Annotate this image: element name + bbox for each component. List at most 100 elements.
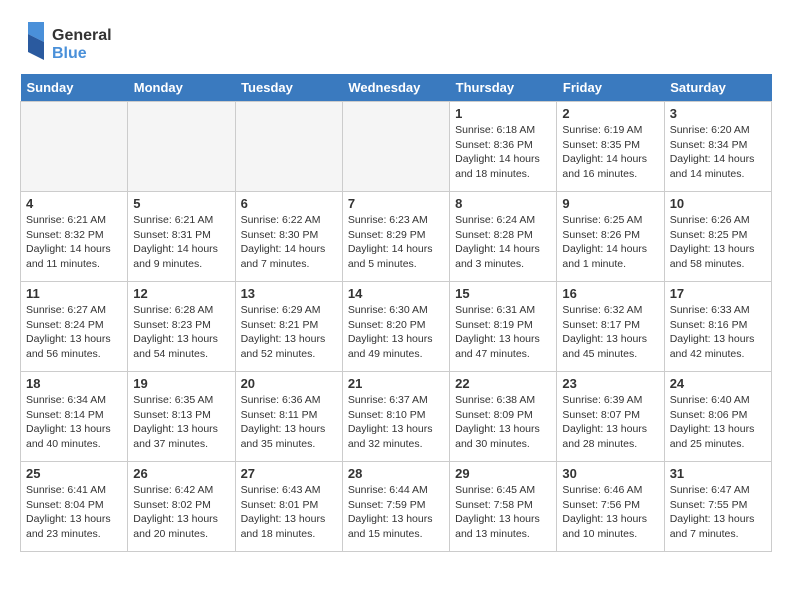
calendar-week-3: 11 Sunrise: 6:27 AM Sunset: 8:24 PM Dayli…: [21, 282, 772, 372]
day-number: 30: [562, 466, 658, 481]
day-number: 31: [670, 466, 766, 481]
calendar-cell: 9 Sunrise: 6:25 AM Sunset: 8:26 PM Daylig…: [557, 192, 664, 282]
day-info: Sunrise: 6:37 AM Sunset: 8:10 PM Dayligh…: [348, 393, 444, 452]
calendar-cell: 14 Sunrise: 6:30 AM Sunset: 8:20 PM Dayli…: [342, 282, 449, 372]
calendar-cell: 31 Sunrise: 6:47 AM Sunset: 7:55 PM Dayli…: [664, 462, 771, 552]
calendar-cell: [128, 102, 235, 192]
calendar-cell: 17 Sunrise: 6:33 AM Sunset: 8:16 PM Dayli…: [664, 282, 771, 372]
calendar-cell: 5 Sunrise: 6:21 AM Sunset: 8:31 PM Daylig…: [128, 192, 235, 282]
calendar-cell: 21 Sunrise: 6:37 AM Sunset: 8:10 PM Dayli…: [342, 372, 449, 462]
day-info: Sunrise: 6:35 AM Sunset: 8:13 PM Dayligh…: [133, 393, 229, 452]
day-number: 17: [670, 286, 766, 301]
calendar-cell: 12 Sunrise: 6:28 AM Sunset: 8:23 PM Dayli…: [128, 282, 235, 372]
calendar-cell: 1 Sunrise: 6:18 AM Sunset: 8:36 PM Daylig…: [450, 102, 557, 192]
day-number: 12: [133, 286, 229, 301]
svg-text:Blue: Blue: [52, 45, 87, 62]
calendar-cell: 16 Sunrise: 6:32 AM Sunset: 8:17 PM Dayli…: [557, 282, 664, 372]
calendar-cell: 13Sunrise: 6:29 AM Sunset: 8:21 PM Dayli…: [235, 282, 342, 372]
day-info: Sunrise: 6:25 AM Sunset: 8:26 PM Dayligh…: [562, 213, 658, 272]
day-info: Sunrise: 6:20 AM Sunset: 8:34 PM Dayligh…: [670, 123, 766, 182]
calendar-cell: 29 Sunrise: 6:45 AM Sunset: 7:58 PM Dayli…: [450, 462, 557, 552]
day-info: Sunrise: 6:44 AM Sunset: 7:59 PM Dayligh…: [348, 483, 444, 542]
day-number: 18: [26, 376, 122, 391]
day-info: Sunrise: 6:27 AM Sunset: 8:24 PM Dayligh…: [26, 303, 122, 362]
day-info: Sunrise: 6:41 AM Sunset: 8:04 PM Dayligh…: [26, 483, 122, 542]
day-number: 28: [348, 466, 444, 481]
weekday-header-tuesday: Tuesday: [235, 74, 342, 102]
day-number: 6: [241, 196, 337, 211]
day-info: Sunrise: 6:45 AM Sunset: 7:58 PM Dayligh…: [455, 483, 551, 542]
day-number: 16: [562, 286, 658, 301]
day-number: 1: [455, 106, 551, 121]
day-number: 21: [348, 376, 444, 391]
day-number: 25: [26, 466, 122, 481]
calendar-cell: 20Sunrise: 6:36 AM Sunset: 8:11 PM Dayli…: [235, 372, 342, 462]
day-number: 9: [562, 196, 658, 211]
day-info: Sunrise: 6:22 AM Sunset: 8:30 PM Dayligh…: [241, 213, 337, 272]
calendar-cell: 28 Sunrise: 6:44 AM Sunset: 7:59 PM Dayli…: [342, 462, 449, 552]
calendar-cell: 3Sunrise: 6:20 AM Sunset: 8:34 PM Daylig…: [664, 102, 771, 192]
calendar-cell: [342, 102, 449, 192]
calendar-cell: 23Sunrise: 6:39 AM Sunset: 8:07 PM Dayli…: [557, 372, 664, 462]
calendar-cell: 30 Sunrise: 6:46 AM Sunset: 7:56 PM Dayli…: [557, 462, 664, 552]
weekday-header-saturday: Saturday: [664, 74, 771, 102]
calendar-cell: 10 Sunrise: 6:26 AM Sunset: 8:25 PM Dayli…: [664, 192, 771, 282]
svg-text:General: General: [52, 27, 112, 44]
day-number: 4: [26, 196, 122, 211]
weekday-header-thursday: Thursday: [450, 74, 557, 102]
day-number: 24: [670, 376, 766, 391]
day-info: Sunrise: 6:32 AM Sunset: 8:17 PM Dayligh…: [562, 303, 658, 362]
day-info: Sunrise: 6:26 AM Sunset: 8:25 PM Dayligh…: [670, 213, 766, 272]
calendar-cell: [235, 102, 342, 192]
day-info: Sunrise: 6:38 AM Sunset: 8:09 PM Dayligh…: [455, 393, 551, 452]
day-number: 22: [455, 376, 551, 391]
day-number: 10: [670, 196, 766, 211]
day-number: 15: [455, 286, 551, 301]
weekday-header-row: SundayMondayTuesdayWednesdayThursdayFrid…: [21, 74, 772, 102]
day-info: Sunrise: 6:18 AM Sunset: 8:36 PM Dayligh…: [455, 123, 551, 182]
calendar-week-4: 18 Sunrise: 6:34 AM Sunset: 8:14 PM Dayli…: [21, 372, 772, 462]
calendar-cell: 26Sunrise: 6:42 AM Sunset: 8:02 PM Dayli…: [128, 462, 235, 552]
day-info: Sunrise: 6:24 AM Sunset: 8:28 PM Dayligh…: [455, 213, 551, 272]
weekday-header-sunday: Sunday: [21, 74, 128, 102]
day-info: Sunrise: 6:21 AM Sunset: 8:31 PM Dayligh…: [133, 213, 229, 272]
day-info: Sunrise: 6:47 AM Sunset: 7:55 PM Dayligh…: [670, 483, 766, 542]
day-info: Sunrise: 6:28 AM Sunset: 8:23 PM Dayligh…: [133, 303, 229, 362]
day-number: 20: [241, 376, 337, 391]
day-info: Sunrise: 6:39 AM Sunset: 8:07 PM Dayligh…: [562, 393, 658, 452]
day-number: 26: [133, 466, 229, 481]
day-info: Sunrise: 6:40 AM Sunset: 8:06 PM Dayligh…: [670, 393, 766, 452]
calendar-table: SundayMondayTuesdayWednesdayThursdayFrid…: [20, 74, 772, 552]
day-number: 27: [241, 466, 337, 481]
calendar-cell: 7Sunrise: 6:23 AM Sunset: 8:29 PM Daylig…: [342, 192, 449, 282]
calendar-cell: 25 Sunrise: 6:41 AM Sunset: 8:04 PM Dayli…: [21, 462, 128, 552]
day-info: Sunrise: 6:33 AM Sunset: 8:16 PM Dayligh…: [670, 303, 766, 362]
day-info: Sunrise: 6:21 AM Sunset: 8:32 PM Dayligh…: [26, 213, 122, 272]
calendar-cell: 22 Sunrise: 6:38 AM Sunset: 8:09 PM Dayli…: [450, 372, 557, 462]
calendar-cell: 19Sunrise: 6:35 AM Sunset: 8:13 PM Dayli…: [128, 372, 235, 462]
calendar-cell: 24 Sunrise: 6:40 AM Sunset: 8:06 PM Dayli…: [664, 372, 771, 462]
day-info: Sunrise: 6:34 AM Sunset: 8:14 PM Dayligh…: [26, 393, 122, 452]
day-info: Sunrise: 6:31 AM Sunset: 8:19 PM Dayligh…: [455, 303, 551, 362]
calendar-cell: 27Sunrise: 6:43 AM Sunset: 8:01 PM Dayli…: [235, 462, 342, 552]
day-info: Sunrise: 6:30 AM Sunset: 8:20 PM Dayligh…: [348, 303, 444, 362]
page-header: GeneralBlue: [20, 20, 772, 64]
day-number: 8: [455, 196, 551, 211]
calendar-cell: [21, 102, 128, 192]
calendar-week-2: 4 Sunrise: 6:21 AM Sunset: 8:32 PM Daylig…: [21, 192, 772, 282]
day-number: 5: [133, 196, 229, 211]
calendar-cell: 8 Sunrise: 6:24 AM Sunset: 8:28 PM Daylig…: [450, 192, 557, 282]
day-number: 29: [455, 466, 551, 481]
day-info: Sunrise: 6:46 AM Sunset: 7:56 PM Dayligh…: [562, 483, 658, 542]
day-number: 14: [348, 286, 444, 301]
weekday-header-wednesday: Wednesday: [342, 74, 449, 102]
calendar-cell: 6 Sunrise: 6:22 AM Sunset: 8:30 PM Daylig…: [235, 192, 342, 282]
calendar-cell: 11 Sunrise: 6:27 AM Sunset: 8:24 PM Dayli…: [21, 282, 128, 372]
day-number: 11: [26, 286, 122, 301]
calendar-week-5: 25 Sunrise: 6:41 AM Sunset: 8:04 PM Dayli…: [21, 462, 772, 552]
weekday-header-friday: Friday: [557, 74, 664, 102]
day-info: Sunrise: 6:29 AM Sunset: 8:21 PM Dayligh…: [241, 303, 337, 362]
logo-svg: GeneralBlue: [20, 20, 130, 64]
weekday-header-monday: Monday: [128, 74, 235, 102]
calendar-cell: 15 Sunrise: 6:31 AM Sunset: 8:19 PM Dayli…: [450, 282, 557, 372]
